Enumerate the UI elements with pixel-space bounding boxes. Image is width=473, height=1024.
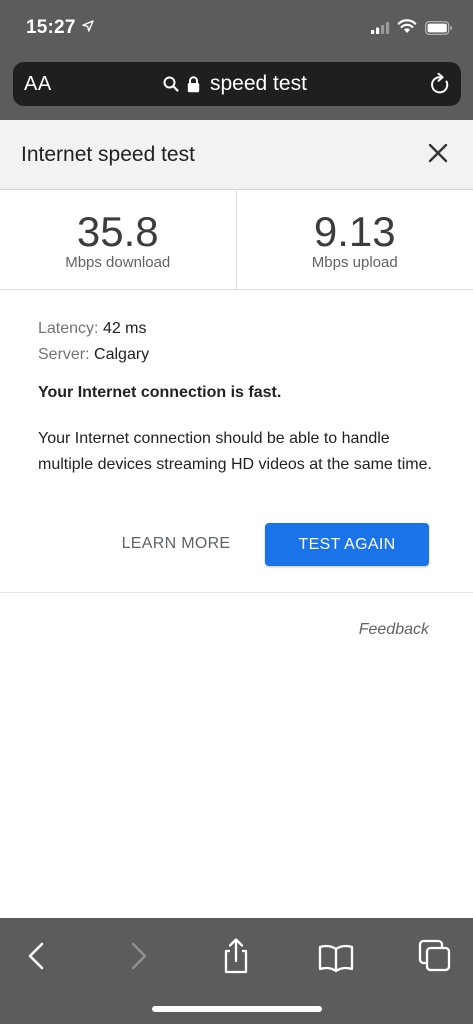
- upload-value: 9.13: [313, 208, 396, 255]
- home-indicator[interactable]: [152, 1006, 322, 1012]
- location-arrow-icon: [82, 20, 94, 32]
- learn-more-button[interactable]: LEARN MORE: [110, 524, 242, 564]
- server-value: Calgary: [94, 346, 150, 363]
- speed-metrics: 35.8 Mbps download 9.13 Mbps upload: [0, 190, 473, 290]
- back-icon[interactable]: [17, 936, 57, 976]
- download-label: Mbps download: [65, 254, 171, 271]
- latency-value: 42 ms: [102, 320, 147, 337]
- divider: [0, 592, 473, 593]
- download-value: 35.8: [76, 208, 159, 255]
- search-icon: [163, 76, 179, 92]
- address-bar[interactable]: AA speed test: [13, 62, 461, 106]
- latency-key: Latency:: [38, 320, 99, 337]
- server-key: Server:: [38, 346, 90, 363]
- upload-label: Mbps upload: [311, 254, 398, 271]
- status-time: 15:27: [26, 17, 76, 38]
- card-title: Internet speed test: [21, 143, 195, 166]
- cellular-signal-icon: [371, 22, 390, 34]
- text-size-button[interactable]: AA: [24, 73, 52, 96]
- tabs-icon[interactable]: [415, 936, 455, 976]
- feedback-link[interactable]: Feedback: [359, 621, 429, 639]
- bookmarks-icon[interactable]: [316, 936, 356, 976]
- close-icon[interactable]: [425, 140, 451, 166]
- url-display[interactable]: speed test: [163, 71, 307, 97]
- result-description: Your Internet connection should be able …: [38, 430, 432, 473]
- test-again-button[interactable]: TEST AGAIN: [265, 523, 429, 566]
- share-icon[interactable]: [216, 936, 256, 976]
- result-headline: Your Internet connection is fast.: [38, 384, 282, 401]
- server-line: Server: Calgary: [38, 342, 438, 368]
- status-bar: 15:27: [0, 0, 473, 56]
- test-details: Latency: 42 ms Server: Calgary: [38, 316, 438, 368]
- upload-metric: 9.13 Mbps upload: [237, 190, 473, 289]
- reload-icon[interactable]: [429, 72, 451, 96]
- lock-icon: [187, 75, 200, 92]
- forward-icon[interactable]: [118, 936, 158, 976]
- speed-test-header: Internet speed test: [0, 120, 473, 190]
- battery-icon: [425, 21, 452, 35]
- latency-line: Latency: 42 ms: [38, 316, 438, 342]
- wifi-icon: [397, 19, 417, 33]
- browser-top-chrome: 15:27 AA speed test: [0, 0, 473, 120]
- url-text: speed test: [210, 72, 307, 95]
- download-metric: 35.8 Mbps download: [0, 190, 237, 289]
